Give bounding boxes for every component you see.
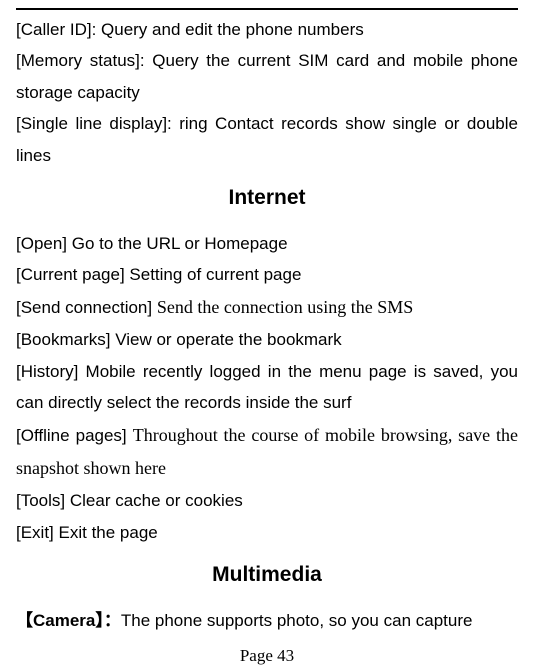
open-entry: [Open] Go to the URL or Homepage [16, 228, 518, 259]
history-entry: [History] Mobile recently logged in the … [16, 356, 518, 419]
camera-entry: 【Camera】：The phone supports photo, so yo… [16, 605, 518, 636]
camera-label: 【Camera】： [16, 611, 121, 630]
offline-pages-entry: [Offline pages] Throughout the course of… [16, 419, 518, 486]
bookmarks-entry: [Bookmarks] View or operate the bookmark [16, 324, 518, 355]
page-number: Page 43 [16, 640, 518, 671]
caller-id-entry: [Caller ID]: Query and edit the phone nu… [16, 14, 518, 45]
multimedia-heading: Multimedia [16, 556, 518, 595]
memory-status-entry: [Memory status]: Query the current SIM c… [16, 45, 518, 108]
single-line-entry: [Single line display]: ring Contact reco… [16, 108, 518, 171]
camera-text: The phone supports photo, so you can cap… [121, 611, 473, 630]
send-conn-text: Send the connection using the SMS [157, 297, 413, 317]
send-conn-prefix: [Send connection] [16, 298, 157, 317]
send-connection-entry: [Send connection] Send the connection us… [16, 291, 518, 324]
internet-heading: Internet [16, 179, 518, 218]
tools-entry: [Tools] Clear cache or cookies [16, 485, 518, 516]
exit-entry: [Exit] Exit the page [16, 517, 518, 548]
top-separator [16, 8, 518, 10]
offline-prefix: [Offline pages] [16, 426, 133, 445]
current-page-entry: [Current page] Setting of current page [16, 259, 518, 290]
